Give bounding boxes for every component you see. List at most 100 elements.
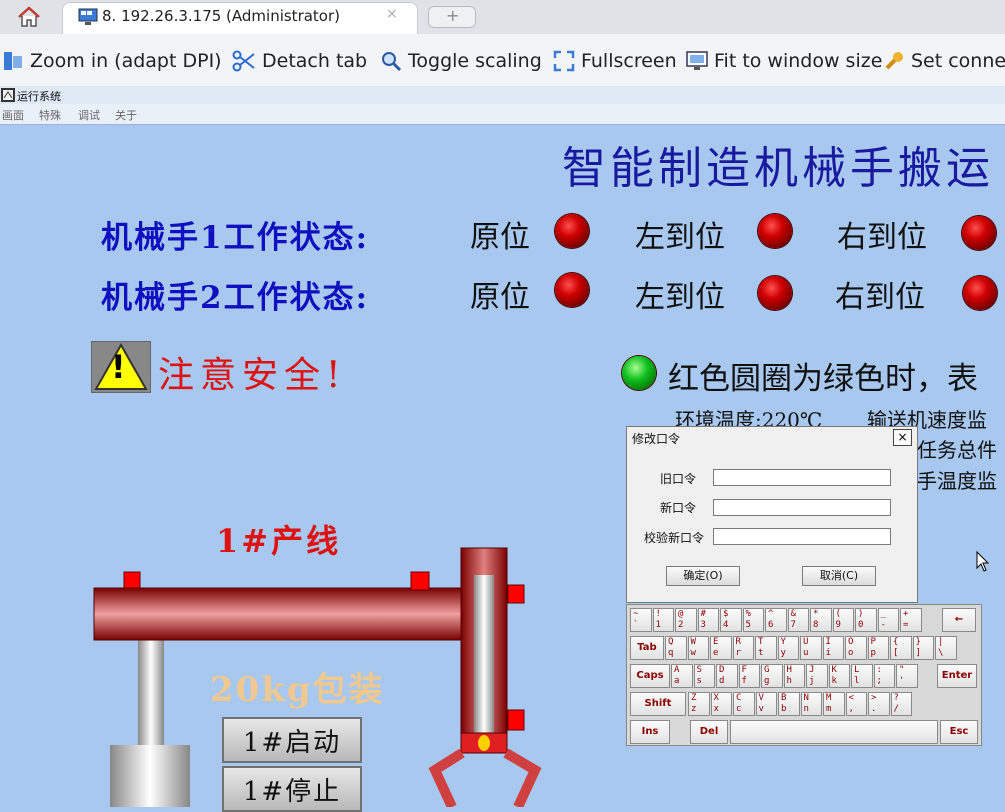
key-r1-8[interactable]: * 8	[810, 608, 832, 632]
key-r3-1[interactable]: S s	[693, 664, 715, 688]
key-r2-7[interactable]: I i	[822, 636, 844, 660]
key-r2-0[interactable]: Q q	[665, 636, 687, 660]
key-r1-7-label: & 7	[790, 609, 796, 630]
detach-tab-button[interactable]: Detach tab	[262, 50, 367, 72]
key-r2-6-label: U u	[803, 637, 809, 658]
magnifier-icon	[382, 52, 402, 72]
key-r3-0[interactable]: A a	[671, 664, 693, 688]
key-r2-11[interactable]: } ]	[912, 636, 934, 660]
key-backspace[interactable]: ←	[942, 608, 976, 632]
key-r3-3[interactable]: F f	[738, 664, 760, 688]
key-r1-7[interactable]: & 7	[787, 608, 809, 632]
key-r3-10-label: " '	[899, 665, 905, 686]
menu-item-debug[interactable]: 调试	[78, 107, 100, 123]
fullscreen-button[interactable]: Fullscreen	[581, 50, 677, 72]
key-r4-2[interactable]: C c	[733, 692, 755, 716]
old-password-input[interactable]	[713, 469, 891, 486]
key-r4-0[interactable]: Z z	[688, 692, 710, 716]
key-r1-2[interactable]: @ 2	[675, 608, 697, 632]
new-password-input[interactable]	[713, 499, 891, 516]
key-enter[interactable]: Enter	[937, 664, 977, 688]
key-r1-11[interactable]: _ -	[877, 608, 899, 632]
key-r1-0[interactable]: ~ `	[630, 608, 652, 632]
robot2-left-lamp	[758, 276, 792, 310]
key-r1-6-label: ^ 6	[768, 609, 774, 630]
toggle-scaling-button[interactable]: Toggle scaling	[408, 50, 542, 72]
key-r3-6[interactable]: J j	[806, 664, 828, 688]
key-r2-3[interactable]: R r	[732, 636, 754, 660]
key-r4-8[interactable]: > .	[868, 692, 890, 716]
key-tab[interactable]: Tab	[630, 636, 664, 660]
key-r3-5[interactable]: H h	[783, 664, 805, 688]
key-r2-10[interactable]: { [	[890, 636, 912, 660]
key-ins[interactable]: Ins	[630, 720, 670, 744]
key-r4-7[interactable]: < ,	[845, 692, 867, 716]
mouse-cursor-icon	[976, 551, 990, 572]
key-del[interactable]: Del	[690, 720, 728, 744]
key-r1-3[interactable]: # 3	[697, 608, 719, 632]
key-r1-1[interactable]: ! 1	[652, 608, 674, 632]
key-r1-12[interactable]: + =	[900, 608, 922, 632]
key-r1-9[interactable]: ( 9	[832, 608, 854, 632]
key-r3-4[interactable]: G g	[761, 664, 783, 688]
home-button[interactable]	[0, 0, 58, 34]
key-r2-8[interactable]: O o	[845, 636, 867, 660]
tab-close-button[interactable]: ×	[386, 6, 398, 22]
set-connection-button[interactable]: Set connec	[911, 50, 1005, 72]
menu-item-screen[interactable]: 画面	[2, 107, 24, 123]
verify-password-input[interactable]	[713, 528, 891, 545]
robot2-status-right: 右到位	[835, 280, 925, 315]
key-r2-9[interactable]: P p	[867, 636, 889, 660]
robot1-status-home: 原位	[470, 220, 530, 255]
menu-item-about[interactable]: 关于	[115, 107, 137, 123]
line1-stop-button[interactable]: 1#停止	[222, 766, 362, 812]
key-r2-6[interactable]: U u	[800, 636, 822, 660]
key-esc[interactable]: Esc	[940, 720, 978, 744]
key-r1-10[interactable]: ) 0	[855, 608, 877, 632]
line1-start-button[interactable]: 1#启动	[222, 717, 362, 763]
key-r2-4[interactable]: T t	[755, 636, 777, 660]
key-r3-7[interactable]: K k	[828, 664, 850, 688]
key-r4-1[interactable]: X x	[710, 692, 732, 716]
fit-window-button[interactable]: Fit to window size	[714, 50, 882, 72]
zoom-dpi-icon	[4, 52, 22, 70]
plus-icon: +	[446, 6, 460, 25]
key-r3-8[interactable]: L l	[851, 664, 873, 688]
key-r4-9[interactable]: ? /	[890, 692, 912, 716]
zoom-in-button[interactable]: Zoom in (adapt DPI)	[30, 50, 222, 72]
key-r2-4-label: T t	[758, 637, 764, 658]
key-caps[interactable]: Caps	[630, 664, 670, 688]
key-r4-3[interactable]: V v	[755, 692, 777, 716]
key-space[interactable]	[730, 720, 938, 744]
key-r4-4-label: B b	[781, 693, 787, 714]
key-shift[interactable]: Shift	[630, 692, 686, 716]
key-esc-label: Esc	[949, 726, 969, 737]
dialog-close-button[interactable]: ×	[893, 429, 912, 446]
key-r2-2[interactable]: E e	[710, 636, 732, 660]
key-r4-6[interactable]: M m	[823, 692, 845, 716]
menu-item-special[interactable]: 特殊	[39, 107, 61, 123]
cancel-button[interactable]: 取消(C)	[802, 566, 876, 586]
key-r2-5[interactable]: Y y	[777, 636, 799, 660]
key-r1-4[interactable]: $ 4	[720, 608, 742, 632]
key-ins-label: Ins	[641, 726, 659, 737]
monitor-icon	[78, 8, 98, 25]
key-r2-12[interactable]: | \	[935, 636, 957, 660]
key-r3-2[interactable]: D d	[716, 664, 738, 688]
key-r4-2-label: C c	[736, 693, 742, 714]
key-r1-6[interactable]: ^ 6	[765, 608, 787, 632]
key-r4-4[interactable]: B b	[778, 692, 800, 716]
key-del-label: Del	[699, 726, 719, 737]
key-r3-0-label: A a	[674, 665, 680, 686]
key-r3-5-label: H h	[786, 665, 792, 686]
new-tab-button[interactable]: +	[428, 6, 476, 28]
key-r2-1[interactable]: W w	[687, 636, 709, 660]
key-r3-9[interactable]: : ;	[873, 664, 895, 688]
key-r4-5[interactable]: N n	[800, 692, 822, 716]
key-r3-10[interactable]: " '	[896, 664, 918, 688]
key-r3-7-label: K k	[831, 665, 837, 686]
key-r1-5[interactable]: % 5	[742, 608, 764, 632]
key-tab-label: Tab	[637, 642, 657, 653]
ok-button[interactable]: 确定(O)	[666, 566, 740, 586]
key-backspace-label: ←	[954, 614, 964, 625]
